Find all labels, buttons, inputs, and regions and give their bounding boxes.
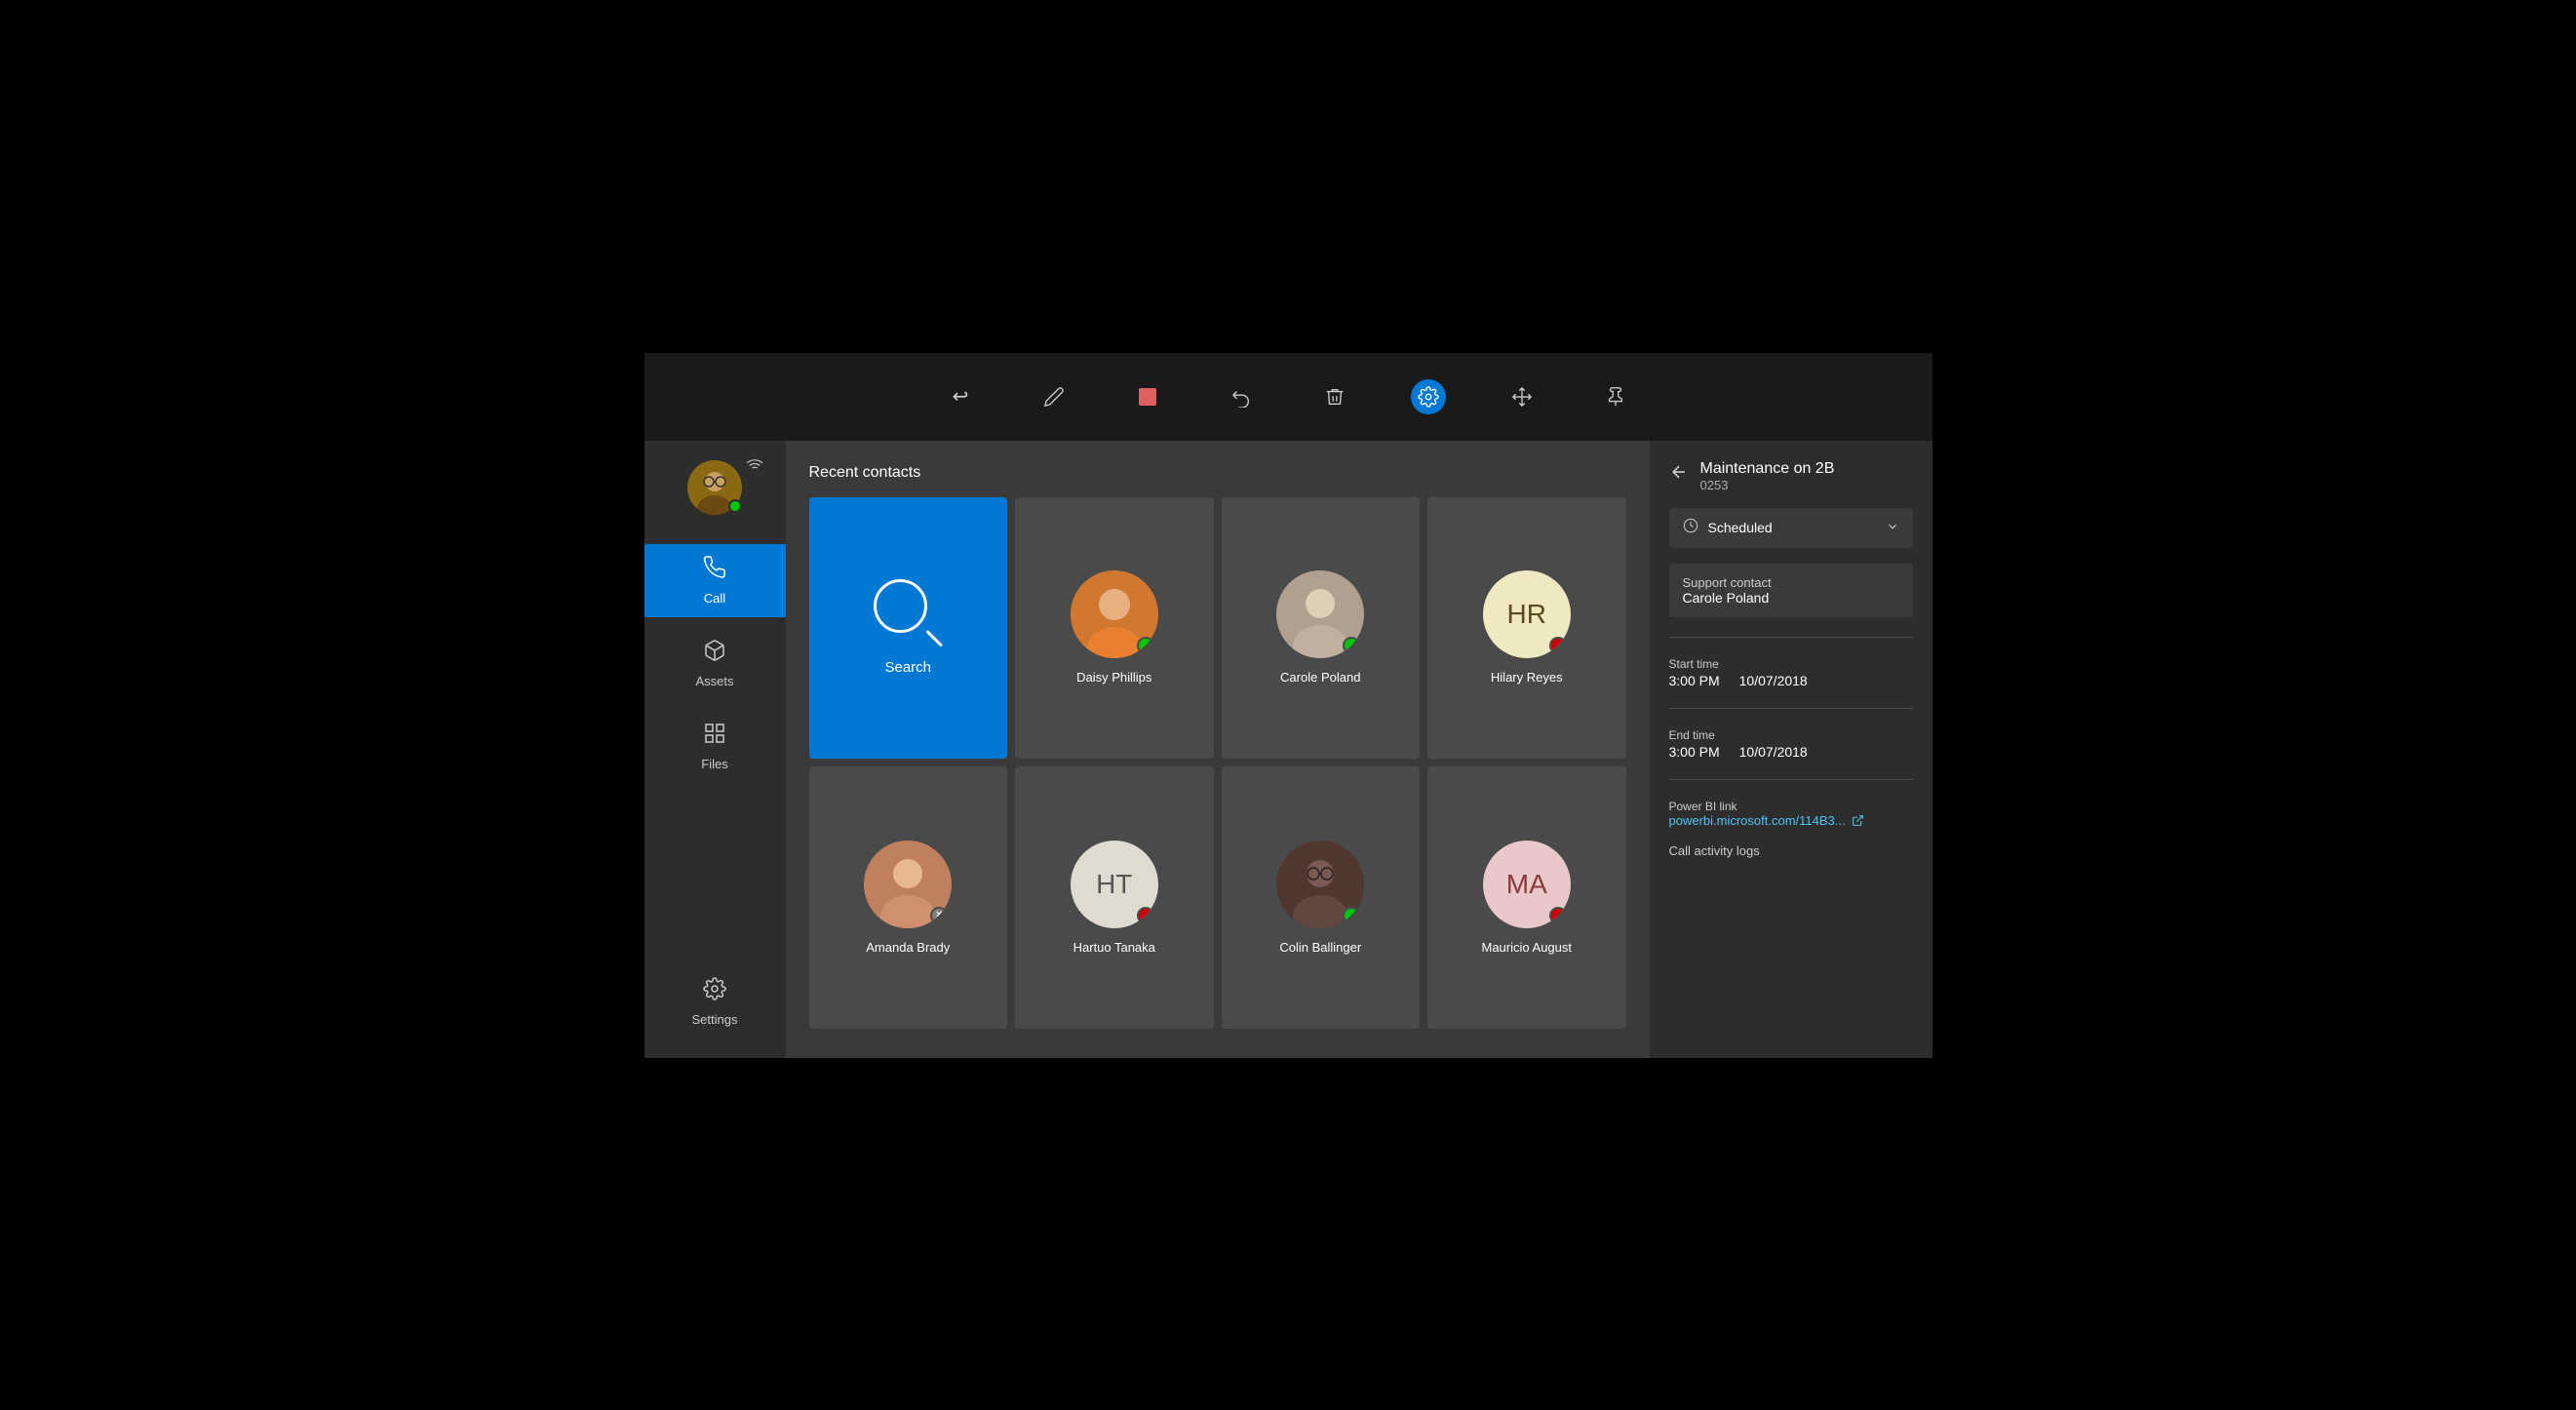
online-status-badge — [728, 499, 742, 513]
back-button[interactable] — [1669, 460, 1689, 488]
contacts-grid: Search Daisy Phillips — [809, 497, 1626, 1029]
mauricio-name: Mauricio August — [1482, 940, 1573, 955]
panel-id: 0253 — [1700, 478, 1835, 492]
sidebar-item-call[interactable]: Call — [644, 544, 786, 617]
end-time-row: End time 3:00 PM 10/07/2018 — [1669, 728, 1913, 760]
start-time: 3:00 PM — [1669, 673, 1720, 688]
daisy-status — [1137, 637, 1154, 654]
daisy-avatar — [1071, 570, 1158, 658]
call-icon — [703, 556, 726, 585]
user-avatar-area — [687, 460, 742, 515]
colin-avatar — [1276, 841, 1364, 928]
hilary-avatar: HR — [1483, 570, 1571, 658]
settings-icon[interactable] — [1411, 379, 1446, 414]
divider-2 — [1669, 708, 1913, 709]
divider-3 — [1669, 779, 1913, 780]
files-icon — [703, 722, 726, 751]
hartuo-avatar: HT — [1071, 841, 1158, 928]
power-bi-section: Power BI link powerbi.microsoft.com/114B… — [1669, 800, 1913, 828]
divider-1 — [1669, 637, 1913, 638]
amanda-avatar: ✕ — [864, 841, 952, 928]
hartuo-status — [1137, 907, 1154, 924]
support-contact-box: Support contact Carole Poland — [1669, 564, 1913, 617]
wifi-icon — [746, 456, 763, 479]
assets-icon — [703, 639, 726, 668]
pin-icon[interactable] — [1598, 379, 1633, 414]
mauricio-status — [1549, 907, 1567, 924]
call-activity-label: Call activity logs — [1669, 843, 1913, 858]
contact-mauricio[interactable]: MA Mauricio August — [1427, 766, 1626, 1029]
section-title: Recent contacts — [809, 464, 1626, 482]
files-label: Files — [701, 757, 727, 771]
back-arrow-icon[interactable]: ↩ — [943, 379, 978, 414]
carole-status — [1343, 637, 1360, 654]
toolbar: ↩ — [644, 353, 1932, 441]
support-contact-label: Support contact — [1683, 575, 1899, 590]
sidebar-item-assets[interactable]: Assets — [644, 627, 786, 700]
chevron-down-icon — [1886, 520, 1899, 536]
hilary-name: Hilary Reyes — [1491, 670, 1563, 685]
amanda-status: ✕ — [930, 907, 948, 924]
sidebar-item-settings[interactable]: Settings — [644, 965, 786, 1038]
panel-title-area: Maintenance on 2B 0253 — [1700, 460, 1835, 492]
sidebar: Call Assets — [644, 441, 786, 1058]
panel-header: Maintenance on 2B 0253 — [1669, 460, 1913, 492]
clock-icon — [1683, 518, 1698, 538]
power-bi-url: powerbi.microsoft.com/114B3... — [1669, 813, 1846, 828]
search-tile[interactable]: Search — [809, 497, 1008, 760]
stop-icon[interactable] — [1130, 379, 1165, 414]
start-time-label: Start time — [1669, 657, 1913, 671]
daisy-name: Daisy Phillips — [1076, 670, 1151, 685]
mauricio-avatar: MA — [1483, 841, 1571, 928]
colin-status — [1343, 907, 1360, 924]
sidebar-item-files[interactable]: Files — [644, 710, 786, 783]
settings-label: Settings — [692, 1012, 738, 1027]
undo-icon[interactable] — [1224, 379, 1259, 414]
call-label: Call — [704, 591, 725, 606]
power-bi-link[interactable]: powerbi.microsoft.com/114B3... — [1669, 813, 1913, 828]
start-time-row: Start time 3:00 PM 10/07/2018 — [1669, 657, 1913, 688]
contact-carole[interactable]: Carole Poland — [1222, 497, 1421, 760]
edit-icon[interactable] — [1036, 379, 1072, 414]
start-date: 10/07/2018 — [1739, 673, 1808, 688]
carole-name: Carole Poland — [1280, 670, 1360, 685]
main-area: Call Assets — [644, 441, 1932, 1058]
carole-avatar — [1276, 570, 1364, 658]
content-area: Recent contacts Search — [786, 441, 1650, 1058]
end-time: 3:00 PM — [1669, 744, 1720, 760]
support-contact-name: Carole Poland — [1683, 590, 1899, 606]
delete-icon[interactable] — [1317, 379, 1352, 414]
contact-amanda[interactable]: ✕ Amanda Brady — [809, 766, 1008, 1029]
scheduled-dropdown[interactable]: Scheduled — [1669, 508, 1913, 548]
amanda-name: Amanda Brady — [866, 940, 950, 955]
right-panel: Maintenance on 2B 0253 Scheduled — [1650, 441, 1932, 1058]
contact-daisy[interactable]: Daisy Phillips — [1015, 497, 1214, 760]
contact-hartuo[interactable]: HT Hartuo Tanaka — [1015, 766, 1214, 1029]
panel-title: Maintenance on 2B — [1700, 460, 1835, 478]
contact-colin[interactable]: Colin Ballinger — [1222, 766, 1421, 1029]
end-time-label: End time — [1669, 728, 1913, 742]
contact-hilary[interactable]: HR Hilary Reyes — [1427, 497, 1626, 760]
scheduled-label: Scheduled — [1708, 520, 1773, 535]
colin-name: Colin Ballinger — [1279, 940, 1361, 955]
end-date: 10/07/2018 — [1739, 744, 1808, 760]
hilary-status — [1549, 637, 1567, 654]
assets-label: Assets — [695, 674, 733, 688]
hartuo-name: Hartuo Tanaka — [1073, 940, 1155, 955]
power-bi-label: Power BI link — [1669, 800, 1913, 813]
move-icon[interactable] — [1504, 379, 1540, 414]
settings-nav-icon — [703, 977, 726, 1006]
search-label: Search — [884, 659, 931, 676]
